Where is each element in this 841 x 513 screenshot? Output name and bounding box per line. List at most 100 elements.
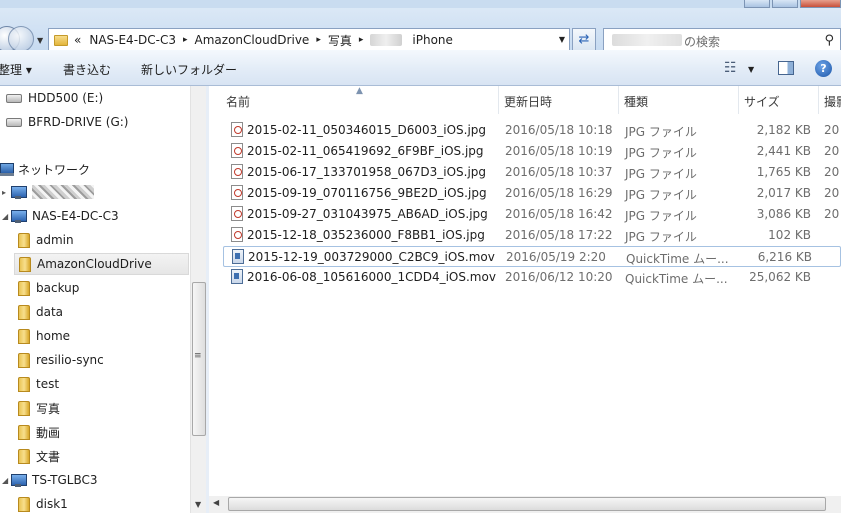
file-row[interactable]: 2015-09-19_070116756_9BE2D_iOS.jpg 2016/…: [223, 183, 841, 204]
nav-item-share-amazonclouddrive[interactable]: AmazonCloudDrive: [14, 253, 189, 275]
address-history-chevron-icon[interactable]: ▼: [559, 35, 565, 44]
maximize-button[interactable]: [772, 0, 798, 8]
network-icon: [0, 162, 14, 176]
file-row[interactable]: 2015-02-11_050346015_D6003_iOS.jpg 2016/…: [223, 120, 841, 141]
recent-pages-chevron-icon[interactable]: ▼: [37, 36, 43, 45]
network-share-icon: [18, 328, 30, 344]
file-row[interactable]: 2015-09-27_031043975_AB6AD_iOS.jpg 2016/…: [223, 204, 841, 225]
file-list-scroll-thumb[interactable]: [228, 497, 826, 511]
nav-item-share-data[interactable]: data: [18, 301, 63, 323]
scroll-left-arrow-icon[interactable]: ◀: [213, 498, 219, 507]
view-options-icon[interactable]: ☷: [724, 60, 737, 76]
file-row[interactable]: 2016-06-08_105616000_1CDD4_iOS.mov 2016/…: [223, 267, 841, 288]
nav-item-share-home[interactable]: home: [18, 325, 70, 347]
breadcrumb-separator-icon[interactable]: ▸: [316, 35, 321, 45]
network-share-icon: [18, 424, 30, 440]
file-date-taken: 20: [824, 165, 840, 179]
nav-item-label: 文書: [36, 449, 61, 464]
network-share-icon: [19, 256, 31, 272]
network-share-icon: [18, 448, 30, 464]
file-type: JPG ファイル: [625, 209, 697, 223]
collapse-arrow-icon[interactable]: ◢: [2, 476, 10, 485]
nav-item-label: test: [36, 377, 60, 391]
organize-menu-button[interactable]: 整理 ▾: [0, 61, 32, 78]
nav-item-label: resilio-sync: [36, 353, 104, 367]
nav-pane-scroll-thumb[interactable]: ≡: [192, 282, 206, 436]
title-bar: [0, 0, 841, 8]
file-list-horizontal-scrollbar[interactable]: ◀: [209, 496, 841, 513]
preview-pane-toggle-icon[interactable]: [778, 61, 794, 75]
mov-file-icon: [231, 269, 243, 284]
nav-item-share-resilio-sync[interactable]: resilio-sync: [18, 349, 104, 371]
nav-item-share-test[interactable]: test: [18, 373, 59, 395]
file-name: 2016-06-08_105616000_1CDD4_iOS.mov: [247, 270, 496, 284]
breadcrumb-separator-icon[interactable]: ▸: [359, 35, 364, 45]
search-input[interactable]: の検索 ⚲: [603, 28, 841, 52]
nav-item-label: backup: [36, 281, 80, 295]
nav-item-label: data: [36, 305, 64, 319]
file-size: 2,182 KB: [756, 123, 811, 137]
minimize-button[interactable]: [744, 0, 770, 8]
expand-arrow-icon[interactable]: ▸: [2, 188, 10, 197]
column-header-date[interactable]: 更新日時: [499, 86, 619, 114]
nav-item-network[interactable]: ネットワーク: [0, 158, 90, 180]
network-share-icon: [18, 376, 30, 392]
refresh-button[interactable]: ⇄: [572, 28, 596, 52]
mov-file-icon: [232, 249, 244, 264]
burn-button[interactable]: 書き込む: [63, 61, 111, 78]
file-type: QuickTime ムー...: [626, 252, 729, 266]
file-size: 2,017 KB: [756, 186, 811, 200]
nav-item-share-photos[interactable]: 写真: [18, 397, 60, 419]
file-size: 2,441 KB: [756, 144, 811, 158]
file-row[interactable]: 2015-12-19_003729000_C2BC9_iOS.mov 2016/…: [223, 246, 841, 267]
nav-item-share-backup[interactable]: backup: [18, 277, 79, 299]
redacted-computer-name: [32, 185, 94, 199]
collapse-arrow-icon[interactable]: ◢: [2, 212, 10, 221]
file-date-taken: 20: [824, 186, 840, 200]
network-share-icon: [18, 280, 30, 296]
column-header-name[interactable]: 名前 ▲: [209, 86, 499, 114]
help-icon[interactable]: ?: [815, 60, 832, 77]
scroll-down-arrow-icon[interactable]: ▼: [195, 500, 201, 509]
nav-item-second-nas[interactable]: ◢ TS-TGLBC3: [2, 469, 98, 491]
address-bar[interactable]: « NAS-E4-DC-C3 ▸ AmazonCloudDrive ▸ 写真 ▸…: [48, 28, 570, 52]
column-header-date-taken[interactable]: 撮影: [819, 86, 841, 114]
breadcrumb-amazonclouddrive[interactable]: AmazonCloudDrive: [195, 33, 310, 47]
file-name: 2015-06-17_133701958_067D3_iOS.jpg: [247, 165, 487, 179]
new-folder-button[interactable]: 新しいフォルダー: [141, 61, 237, 78]
file-size: 1,765 KB: [756, 165, 811, 179]
nav-item-label: TS-TGLBC3: [32, 473, 98, 487]
nav-item-redacted-computer[interactable]: ▸: [2, 181, 94, 203]
breadcrumb-separator-icon[interactable]: ▸: [183, 35, 188, 45]
file-date: 2016/05/18 10:18: [505, 123, 613, 137]
grip-icon: ≡: [194, 351, 202, 361]
file-row[interactable]: 2015-02-11_065419692_6F9BF_iOS.jpg 2016/…: [223, 141, 841, 162]
network-share-icon: [18, 304, 30, 320]
nav-item-nas[interactable]: ◢ NAS-E4-DC-C3: [2, 205, 119, 227]
nav-item-share-videos[interactable]: 動画: [18, 421, 60, 443]
column-header-size[interactable]: サイズ: [739, 86, 819, 114]
breadcrumb-iphone[interactable]: iPhone: [412, 33, 453, 47]
nav-item-share-admin[interactable]: admin: [18, 229, 74, 251]
file-type: JPG ファイル: [625, 146, 697, 160]
breadcrumb-photos[interactable]: 写真: [328, 32, 352, 49]
file-row[interactable]: 2015-12-18_035236000_F8BB1_iOS.jpg 2016/…: [223, 225, 841, 246]
nav-item-label: home: [36, 329, 71, 343]
nav-item-drive-e[interactable]: HDD500 (E:): [6, 87, 103, 109]
forward-button[interactable]: [8, 26, 34, 52]
column-header-type[interactable]: 種類: [619, 86, 739, 114]
computer-icon: [10, 473, 27, 487]
nav-pane-scrollbar[interactable]: ≡ ▼: [190, 86, 206, 513]
close-window-button[interactable]: [800, 0, 841, 8]
file-list: 名前 ▲ 更新日時 種類 サイズ 撮影 2015-02-11_050346015…: [209, 86, 841, 513]
file-type: JPG ファイル: [625, 230, 697, 244]
file-row[interactable]: 2015-06-17_133701958_067D3_iOS.jpg 2016/…: [223, 162, 841, 183]
file-date: 2016/06/12 10:20: [505, 270, 613, 284]
nav-item-share-documents[interactable]: 文書: [18, 445, 60, 467]
search-icon[interactable]: ⚲: [824, 33, 834, 48]
nav-item-drive-g[interactable]: BFRD-DRIVE (G:): [6, 111, 128, 133]
nav-item-share-disk1[interactable]: disk1: [18, 493, 68, 513]
breadcrumb-overflow[interactable]: «: [74, 33, 81, 47]
breadcrumb-nas[interactable]: NAS-E4-DC-C3: [89, 33, 176, 47]
view-options-chevron-icon[interactable]: ▼: [748, 65, 754, 74]
